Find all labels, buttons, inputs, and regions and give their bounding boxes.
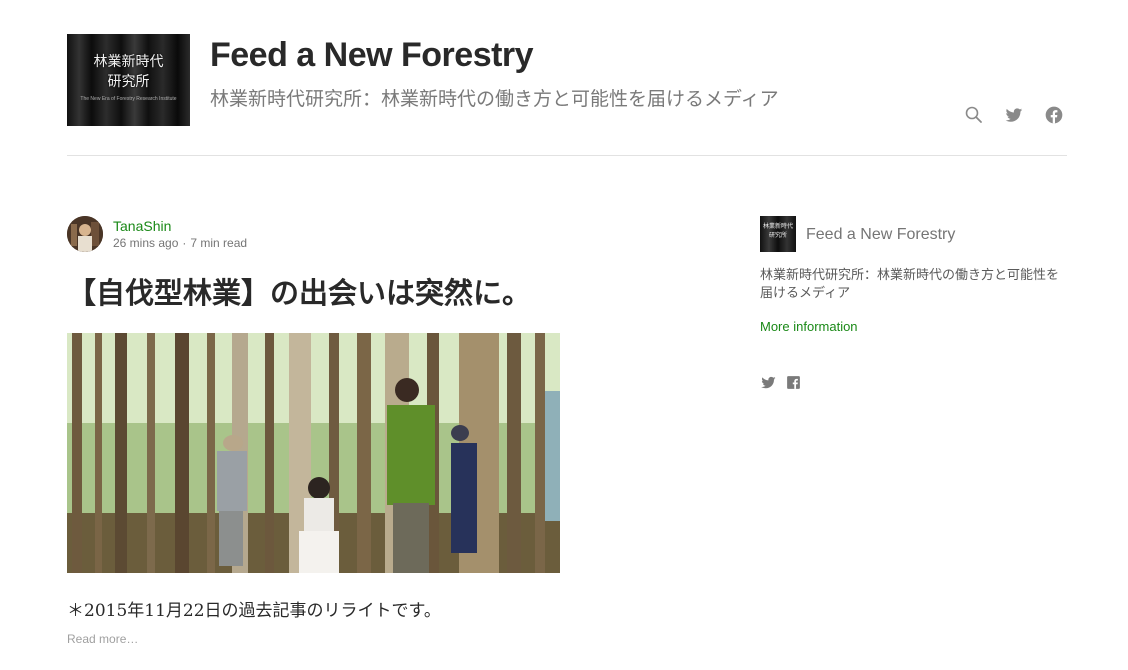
more-information-link[interactable]: More information [760, 319, 858, 334]
facebook-icon[interactable] [1044, 105, 1064, 125]
post-time[interactable]: 26 mins ago [113, 236, 178, 250]
logo-line-2: 研究所 [107, 74, 150, 90]
sidebar-logo-text: 林業新時代 研究所 [760, 222, 796, 240]
facebook-icon[interactable] [785, 374, 802, 391]
page: 林業新時代 研究所 The New Era of Forestry Resear… [0, 0, 1128, 670]
author-name[interactable]: TanaShin [113, 218, 171, 234]
twitter-icon[interactable] [760, 374, 777, 391]
forest-photo [67, 333, 560, 573]
header-divider [67, 155, 1067, 156]
sidebar-logo[interactable]: 林業新時代 研究所 [760, 216, 796, 252]
site-header: 林業新時代 研究所 The New Era of Forestry Resear… [67, 34, 1067, 156]
site-title[interactable]: Feed a New Forestry [210, 36, 534, 75]
sidebar-title[interactable]: Feed a New Forestry [806, 226, 955, 244]
post-image[interactable] [67, 333, 560, 573]
sidebar-description: 林業新時代研究所：林業新時代の働き方と可能性を届けるメディア [760, 267, 1060, 300]
post-excerpt: ＊2015年11月22日の過去記事のリライトです。 [67, 601, 441, 621]
logo-subline: The New Era of Forestry Research Institu… [80, 96, 177, 102]
read-more-link[interactable]: Read more… [67, 632, 138, 646]
sidebar-logo-line-1: 林業新時代 [762, 223, 793, 230]
sidebar-icons [760, 374, 802, 391]
site-description: 林業新時代研究所：林業新時代の働き方と可能性を届けるメディア [210, 89, 779, 110]
search-icon[interactable] [964, 105, 984, 125]
post-title[interactable]: 【自伐型林業】の出会いは突然に。 [67, 270, 531, 312]
author-avatar[interactable] [67, 216, 103, 252]
logo-line-1: 林業新時代 [93, 54, 164, 70]
logo-text: 林業新時代 研究所 [67, 52, 190, 92]
site-logo[interactable]: 林業新時代 研究所 The New Era of Forestry Resear… [67, 34, 190, 126]
header-icons [964, 105, 1064, 125]
post-meta: 26 mins ago · 7 min read [113, 236, 247, 250]
read-time: 7 min read [190, 236, 248, 250]
meta-separator: · [182, 236, 187, 250]
avatar-image [67, 216, 103, 252]
sidebar-logo-line-2: 研究所 [768, 232, 787, 239]
twitter-icon[interactable] [1004, 105, 1024, 125]
